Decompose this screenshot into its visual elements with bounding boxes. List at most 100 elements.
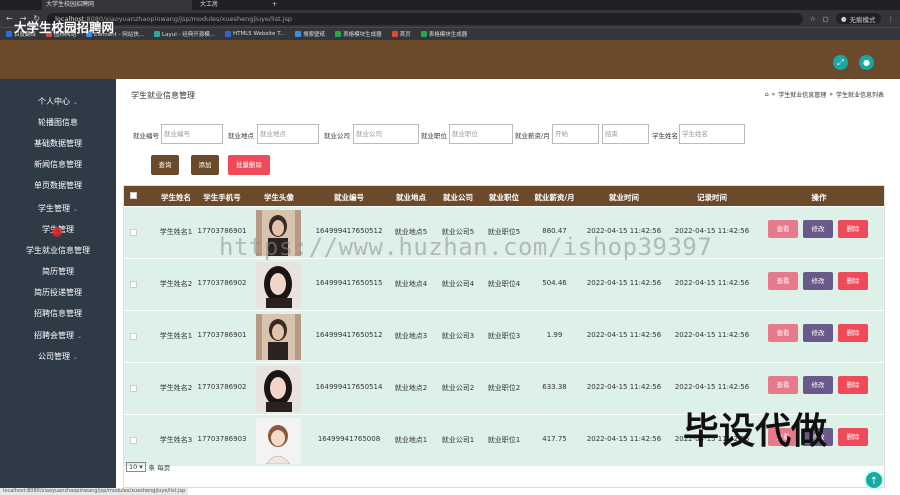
star-icon[interactable]: ☆	[810, 15, 816, 23]
sidebar-item[interactable]: 公司管理 ⌄	[0, 351, 116, 362]
delete-button[interactable]: 删除	[838, 220, 868, 238]
edit-button[interactable]: 修改	[803, 324, 833, 342]
breadcrumb: ⌂ » 学生就业信息管理 » 学生就业信息列表	[764, 90, 884, 99]
sidebar-item[interactable]: 学生管理 ⌄	[0, 203, 116, 214]
view-button[interactable]: 查看	[768, 220, 798, 238]
sidebar-item[interactable]: 新闻信息管理	[0, 159, 116, 170]
sidebar-item[interactable]: 单页数据管理	[0, 180, 116, 191]
filter-input-place[interactable]: 就业地点	[257, 124, 319, 144]
cell-company: 就业公司1	[441, 436, 475, 444]
profile-button[interactable]: ● 无痕模式	[835, 13, 881, 24]
row-checkbox[interactable]	[130, 333, 137, 340]
bookmark-item[interactable]: 表格模块生成器	[335, 30, 382, 38]
address-bar-row: ← → ↻ localhost:8080/xiaoyuanzhaopinwang…	[0, 10, 900, 27]
breadcrumb-item: 学生就业信息列表	[835, 92, 884, 99]
url-path: :8080/xiaoyuanzhaopinwang/jsp/modules/xu…	[84, 14, 293, 23]
bookmark-item[interactable]: 搜索壁纸	[295, 30, 325, 38]
edit-button[interactable]: 修改	[803, 220, 833, 238]
sidebar-item[interactable]: 轮播图信息	[0, 117, 116, 128]
back-icon[interactable]: ←	[6, 14, 13, 23]
edit-button[interactable]: 修改	[803, 376, 833, 394]
filter-input-code[interactable]: 就业编号	[161, 124, 223, 144]
delete-button[interactable]: 删除	[838, 428, 868, 446]
filter-label-student-name: 学生姓名	[652, 132, 678, 140]
filter-input-student-name[interactable]: 学生姓名	[679, 124, 745, 144]
edit-button[interactable]: 修改	[803, 272, 833, 290]
sidebar-item-label: 个人中心	[37, 97, 70, 106]
cell-salary: 417.75	[542, 435, 567, 443]
cell-place: 就业地点2	[394, 384, 428, 392]
sidebar-item[interactable]: 招聘信息管理	[0, 308, 116, 319]
row-checkbox[interactable]	[130, 385, 137, 392]
sidebar-item[interactable]: 简历投递管理	[0, 287, 116, 298]
scroll-to-top-icon[interactable]: ↑	[864, 470, 884, 490]
cell-phone: 17703786902	[197, 279, 247, 287]
bookmark-label: 表格模块生成器	[343, 32, 382, 38]
pager: 10 ▾ 条 每页	[126, 462, 170, 472]
menu-icon[interactable]: ⋮	[888, 15, 895, 23]
sidebar-item[interactable]: 学生就业信息管理	[0, 245, 116, 256]
search-button[interactable]: 查询	[151, 155, 179, 175]
sidebar: 个人中心⌄轮播图信息基础数据管理新闻信息管理单页数据管理学生管理⌄学生管理学生就…	[0, 79, 116, 495]
bookmark-icon	[224, 31, 231, 37]
cell-position: 就业职位2	[487, 384, 521, 392]
header-company: 就业公司	[443, 193, 473, 202]
row-checkbox[interactable]	[130, 281, 137, 288]
batch-delete-button[interactable]: 批量删除	[228, 155, 270, 175]
cell-company: 就业公司4	[441, 280, 475, 288]
cell-place: 就业地点4	[394, 280, 428, 288]
watermark-url: https://www.huzhan.com/ishop39397	[219, 233, 713, 261]
delete-button[interactable]: 删除	[838, 324, 868, 342]
select-all-checkbox[interactable]	[130, 192, 137, 199]
sidebar-item-label: 公司管理	[37, 352, 70, 361]
bookmark-item[interactable]: 首页	[391, 30, 411, 38]
delete-button[interactable]: 删除	[838, 376, 868, 394]
filter-input-salary-start[interactable]: 开始	[552, 124, 599, 144]
breadcrumb-item[interactable]: 学生就业信息管理	[778, 90, 826, 99]
cell-position: 就业职位4	[487, 280, 521, 288]
add-button[interactable]: 添加	[191, 155, 219, 175]
view-button[interactable]: 查看	[768, 376, 798, 394]
view-button[interactable]: 查看	[768, 324, 798, 342]
filter-input-salary-end[interactable]: 结束	[602, 124, 649, 144]
cell-name: 学生姓名3	[159, 436, 193, 444]
table-header: 学生姓名 学生手机号 学生头像 就业编号 就业地点 就业公司 就业职位 就业薪资…	[124, 186, 884, 206]
bookmark-label: HTML5 Website T...	[232, 31, 286, 37]
app-title: 大学生校园招聘网	[14, 20, 115, 35]
filter-input-position[interactable]: 就业职位	[449, 124, 513, 144]
page-size-select[interactable]: 10 ▾	[126, 462, 146, 472]
incognito-icon: ●	[840, 14, 847, 23]
bookmark-icon	[6, 31, 12, 37]
sidebar-item[interactable]: 招聘会管理 ⌄	[0, 330, 116, 341]
extensions-icon[interactable]: ▢	[823, 15, 829, 23]
avatar	[256, 262, 301, 308]
fullscreen-icon[interactable]: ⤢	[833, 55, 848, 70]
chevron-down-icon: ⌄	[76, 333, 83, 340]
sidebar-item[interactable]: 个人中心 ⌄	[0, 96, 116, 107]
browser-tab-active[interactable]: 大学生校园招聘网	[42, 0, 192, 10]
filter-label-code: 就业编号	[133, 132, 159, 140]
avatar-image	[256, 418, 301, 464]
sidebar-item[interactable]: 简历管理	[0, 266, 116, 277]
header-job-time: 就业时间	[609, 193, 639, 202]
new-tab-button[interactable]: +	[268, 0, 278, 10]
bookmark-item[interactable]: 表格模块生成器	[420, 30, 467, 38]
avatar	[256, 314, 301, 360]
sidebar-item[interactable]: 基础数据管理	[0, 138, 116, 149]
bookmark-item[interactable]: HTML5 Website T...	[224, 31, 286, 37]
row-checkbox[interactable]	[130, 229, 137, 236]
app-header	[0, 40, 900, 79]
user-icon[interactable]: ●	[859, 55, 874, 70]
view-button[interactable]: 查看	[768, 272, 798, 290]
bookmark-item[interactable]: Layui - 经典开源模...	[154, 30, 215, 38]
browser-tab[interactable]: 大工房	[196, 0, 266, 10]
row-checkbox[interactable]	[130, 437, 137, 444]
home-icon[interactable]: ⌂	[765, 91, 769, 98]
bookmark-label: 首页	[399, 32, 411, 38]
page-title: 学生就业信息管理	[131, 91, 195, 100]
cell-salary: 1.99	[546, 331, 563, 339]
filter-input-company[interactable]: 就业公司	[353, 124, 419, 144]
url-field[interactable]: localhost:8080/xiaoyuanzhaopinwang/jsp/m…	[47, 12, 803, 25]
delete-button[interactable]: 删除	[838, 272, 868, 290]
cell-position: 就业职位1	[487, 436, 521, 444]
